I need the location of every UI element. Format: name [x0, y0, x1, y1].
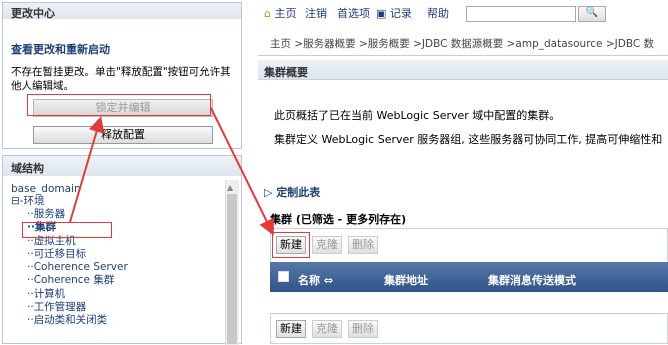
annotation-arrows [69, 107, 274, 236]
arrow-to-lock-button [69, 116, 105, 223]
arrow-to-new-button [210, 107, 274, 236]
